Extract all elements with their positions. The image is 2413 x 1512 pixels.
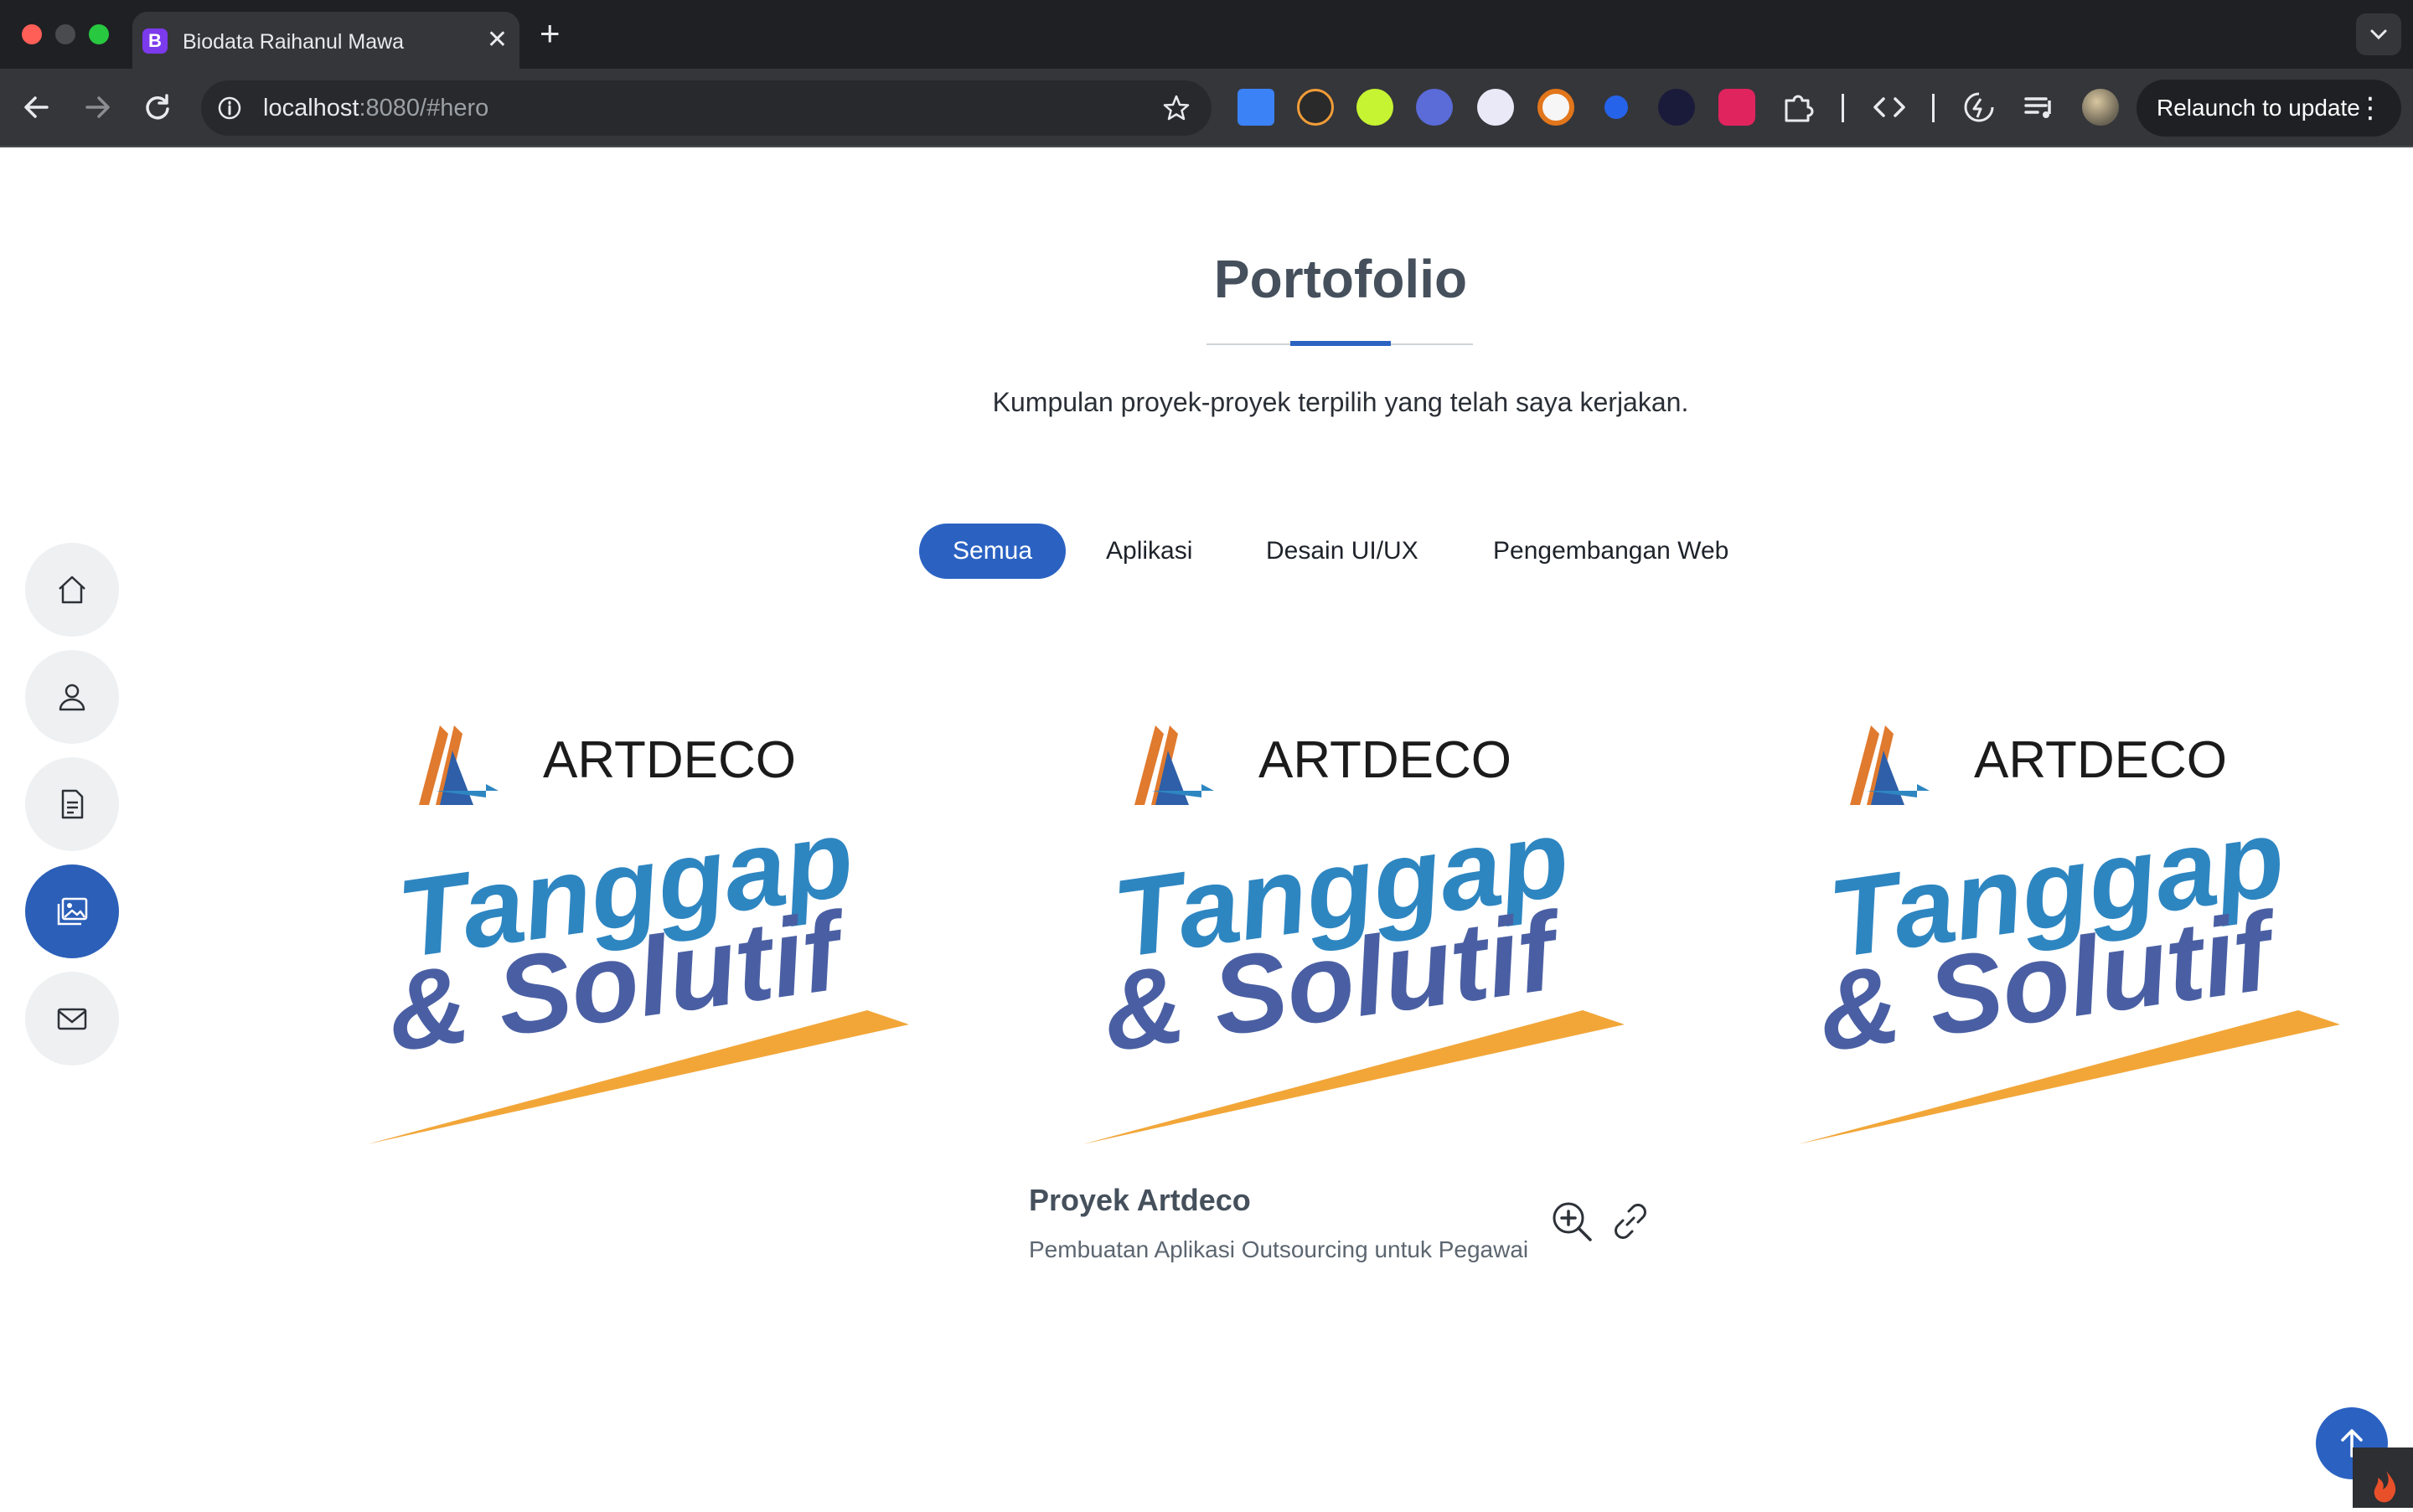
kebab-menu-icon[interactable]: ⋮ <box>2356 80 2385 137</box>
toolbar-divider <box>1842 94 1844 122</box>
zoom-in-icon[interactable] <box>1550 1200 1594 1243</box>
envelope-icon <box>57 1008 87 1030</box>
close-window-button[interactable] <box>22 24 42 44</box>
shield-u-icon[interactable] <box>1718 89 1755 126</box>
sidenav-home-button[interactable] <box>25 543 119 637</box>
sidenav-about-button[interactable] <box>25 650 119 744</box>
browser-tab-strip: B Biodata Raihanul Mawa ✕ + <box>0 0 2413 69</box>
new-tab-button[interactable]: + <box>540 12 561 55</box>
artdeco-logo-icon <box>1134 725 1214 805</box>
address-bar[interactable]: localhost:8080/#hero <box>201 80 1212 136</box>
relaunch-label: Relaunch to update <box>2157 95 2360 121</box>
reload-icon[interactable] <box>136 85 179 129</box>
portfolio-card-image[interactable]: ARTDECO Tanggap & Solutif <box>1076 725 1629 1144</box>
sidenav-contact-button[interactable] <box>25 972 119 1066</box>
filter-pengembangan-web[interactable]: Pengembangan Web <box>1493 524 1728 579</box>
section-subtitle: Kumpulan proyek-proyek terpilih yang tel… <box>992 387 1689 417</box>
code-icon[interactable] <box>1870 89 1909 126</box>
project-description: Pembuatan Aplikasi Outsourcing untuk Peg… <box>1029 1236 1529 1262</box>
metamask-icon[interactable] <box>1537 89 1574 126</box>
extension-4-icon[interactable] <box>1416 89 1453 126</box>
tab-favicon-icon: B <box>142 28 168 54</box>
document-icon <box>61 789 84 819</box>
profile-avatar-icon[interactable] <box>2082 89 2119 126</box>
extension-5-icon[interactable] <box>1477 89 1514 126</box>
filter-semua[interactable]: Semua <box>919 524 1067 579</box>
person-icon <box>59 684 85 711</box>
title-divider-accent <box>1290 341 1391 346</box>
corner-widget[interactable] <box>2353 1447 2413 1508</box>
bookmark-star-icon[interactable] <box>1161 93 1191 123</box>
relaunch-to-update-button[interactable]: Relaunch to update ⋮ <box>2137 80 2401 137</box>
tab-search-button[interactable] <box>2356 13 2401 55</box>
home-icon <box>59 575 85 604</box>
back-arrow-icon[interactable] <box>15 85 59 129</box>
tab-close-icon[interactable]: ✕ <box>487 25 508 55</box>
filter-desain-ui-ux[interactable]: Desain UI/UX <box>1266 524 1418 579</box>
extension-3-icon[interactable] <box>1356 89 1393 126</box>
extension-8-icon[interactable] <box>1658 89 1695 126</box>
page-content: Portofolio Kumpulan proyek-proyek terpil… <box>0 147 2413 1508</box>
site-info-icon[interactable] <box>216 95 243 121</box>
project-title[interactable]: Proyek Artdeco <box>1029 1183 1251 1218</box>
tab-title: Biodata Raihanul Mawa <box>183 30 405 54</box>
card-brand: ARTDECO <box>1974 731 2227 789</box>
browser-toolbar: localhost:8080/#hero Relaunch to update … <box>0 69 2413 147</box>
extension-12-icon[interactable] <box>1961 89 1997 126</box>
maximize-window-button[interactable] <box>89 24 109 44</box>
card-brand: ARTDECO <box>543 731 796 789</box>
chevron-down-icon <box>2370 29 2387 40</box>
artdeco-logo-icon <box>419 725 499 805</box>
card-brand: ARTDECO <box>1258 731 1511 789</box>
extension-2-icon[interactable] <box>1297 89 1334 126</box>
url-host: localhost <box>263 95 359 121</box>
browser-tab-active[interactable]: B Biodata Raihanul Mawa ✕ <box>132 12 519 69</box>
extension-7-icon[interactable] <box>1598 89 1635 126</box>
extension-1-icon[interactable] <box>1238 89 1274 126</box>
puzzle-icon[interactable] <box>1780 89 1816 126</box>
flame-icon <box>2374 1471 2396 1503</box>
url-text[interactable]: localhost:8080/#hero <box>263 95 488 122</box>
portfolio-card-image[interactable]: ARTDECO Tanggap & Solutif <box>360 725 913 1144</box>
gallery-icon <box>57 897 88 926</box>
filter-aplikasi[interactable]: Aplikasi <box>1106 524 1192 579</box>
minimize-window-button[interactable] <box>55 24 75 44</box>
forward-arrow-icon[interactable] <box>75 85 119 129</box>
sidenav-portfolio-button[interactable] <box>25 864 119 958</box>
section-title: Portofolio <box>1213 249 1468 309</box>
url-path: :8080/#hero <box>359 95 489 121</box>
portfolio-card-image[interactable]: ARTDECO Tanggap & Solutif <box>1791 725 2344 1144</box>
artdeco-logo-icon <box>1850 725 1930 805</box>
sidenav-resume-button[interactable] <box>25 757 119 851</box>
link-icon[interactable] <box>1609 1200 1652 1243</box>
toolbar-divider <box>1932 94 1935 122</box>
media-queue-icon[interactable] <box>2021 89 2058 126</box>
